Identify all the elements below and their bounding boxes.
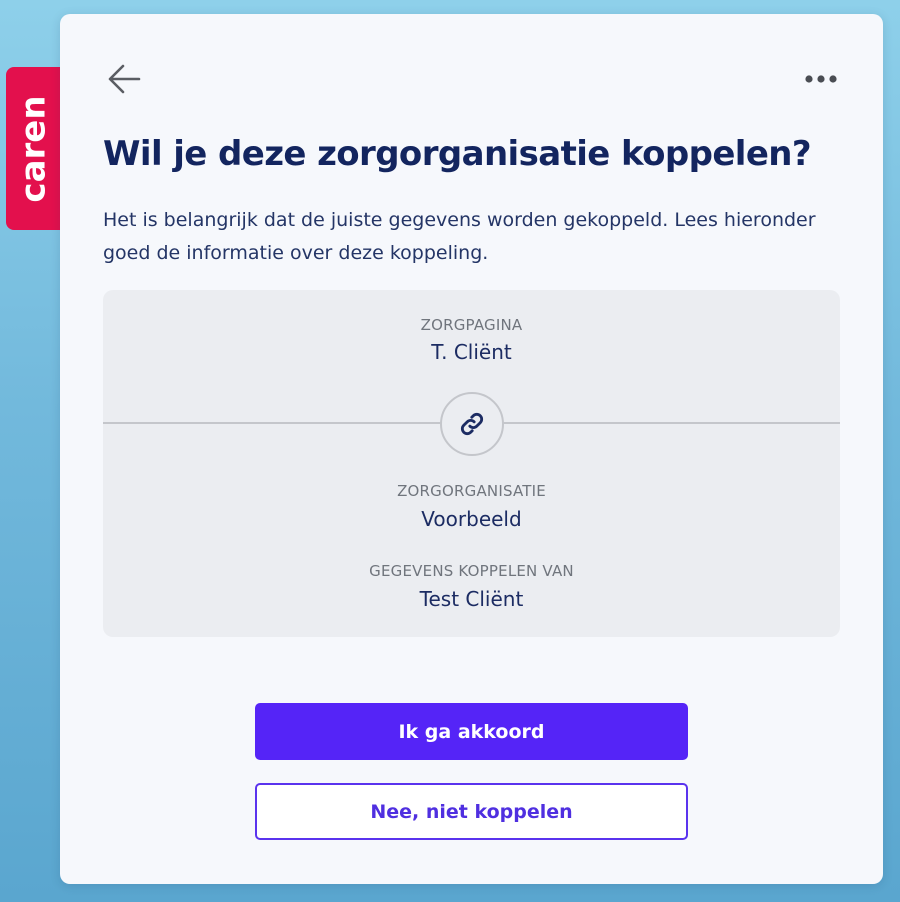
decline-button[interactable]: Nee, niet koppelen (255, 783, 688, 840)
accept-button[interactable]: Ik ga akkoord (255, 703, 688, 760)
organisation-value: Voorbeeld (421, 507, 522, 531)
care-page-value: T. Cliënt (431, 340, 512, 364)
link-info-panel: ZORGPAGINA T. Cliënt ZORGORGANISATIE Voo… (103, 290, 840, 637)
more-horizontal-icon (805, 75, 837, 83)
linked-data-label: GEGEVENS KOPPELEN VAN (369, 562, 574, 580)
care-page-label: ZORGPAGINA (420, 316, 523, 334)
link-icon-badge (440, 392, 504, 456)
dialog-title: Wil je deze zorgorganisatie koppelen? (103, 134, 812, 174)
back-button[interactable] (106, 62, 142, 96)
linked-data-value: Test Cliënt (419, 587, 524, 611)
arrow-left-icon (108, 64, 141, 94)
link-icon (460, 412, 484, 436)
dialog-intro-text: Het is belangrijk dat de juiste gegevens… (103, 209, 816, 264)
link-organisation-dialog: Wil je deze zorgorganisatie koppelen? He… (60, 14, 883, 884)
caren-brand-tab[interactable]: caren (6, 67, 66, 230)
organisation-label: ZORGORGANISATIE (397, 482, 546, 500)
brand-logo-text: caren (14, 94, 55, 203)
more-options-button[interactable] (803, 70, 839, 88)
